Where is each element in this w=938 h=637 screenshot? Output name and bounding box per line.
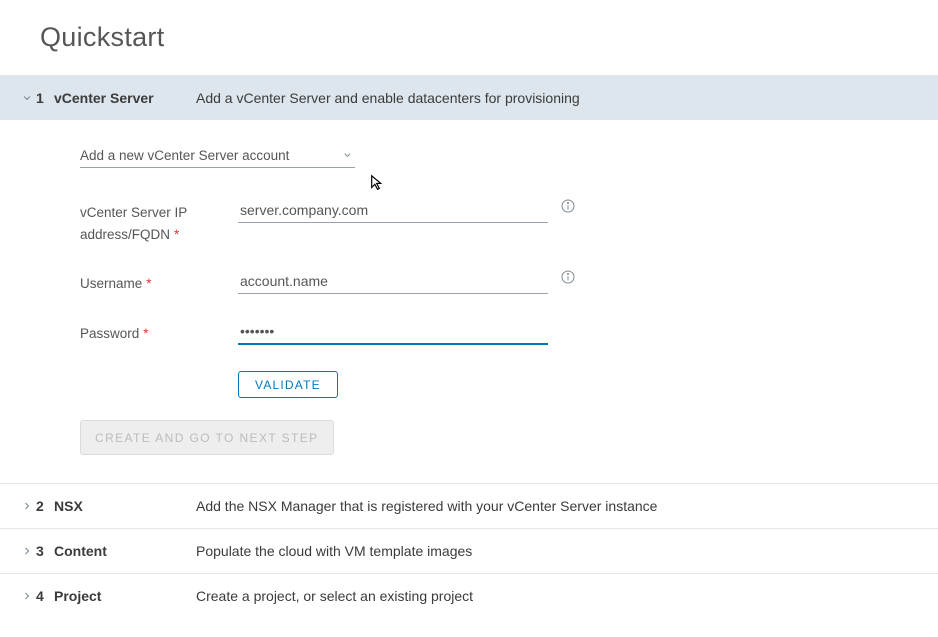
accordion-step-content: 3 Content Populate the cloud with VM tem… — [0, 528, 938, 573]
step-title: Content — [54, 543, 196, 559]
step-number: 2 — [36, 498, 54, 514]
step-title: vCenter Server — [54, 90, 196, 106]
required-asterisk: * — [146, 276, 151, 291]
info-icon[interactable] — [548, 198, 576, 214]
step-number: 4 — [36, 588, 54, 604]
account-dropdown-label: Add a new vCenter Server account — [80, 148, 289, 163]
caret-down-icon — [342, 148, 353, 163]
chevron-right-icon — [18, 590, 36, 602]
info-icon[interactable] — [548, 269, 576, 285]
create-next-button: Create and go to next step — [80, 420, 334, 455]
step-title: NSX — [54, 498, 196, 514]
accordion-step-vcenter: 1 vCenter Server Add a vCenter Server an… — [0, 75, 938, 483]
step-description: Create a project, or select an existing … — [196, 588, 473, 604]
accordion-header-content[interactable]: 3 Content Populate the cloud with VM tem… — [0, 529, 938, 573]
step-description: Add a vCenter Server and enable datacent… — [196, 90, 580, 106]
username-label: Username* — [80, 269, 238, 295]
step-number: 1 — [36, 90, 54, 106]
accordion-step-project: 4 Project Create a project, or select an… — [0, 573, 938, 618]
ip-fqdn-input[interactable] — [238, 198, 548, 223]
accordion-header-nsx[interactable]: 2 NSX Add the NSX Manager that is regist… — [0, 484, 938, 528]
step-description: Populate the cloud with VM template imag… — [196, 543, 472, 559]
page-title: Quickstart — [0, 0, 938, 75]
username-input[interactable] — [238, 269, 548, 294]
step-title: Project — [54, 588, 196, 604]
chevron-right-icon — [18, 545, 36, 557]
ip-fqdn-label: vCenter Server IP address/FQDN* — [80, 198, 238, 245]
step-description: Add the NSX Manager that is registered w… — [196, 498, 657, 514]
password-label: Password* — [80, 319, 238, 345]
step-number: 3 — [36, 543, 54, 559]
account-dropdown[interactable]: Add a new vCenter Server account — [80, 144, 355, 168]
validate-button[interactable]: Validate — [238, 371, 338, 398]
chevron-down-icon — [18, 92, 36, 104]
password-input[interactable] — [238, 319, 548, 345]
required-asterisk: * — [174, 227, 179, 242]
chevron-right-icon — [18, 500, 36, 512]
accordion-body-vcenter: Add a new vCenter Server account vCenter… — [0, 120, 938, 483]
accordion-step-nsx: 2 NSX Add the NSX Manager that is regist… — [0, 483, 938, 528]
accordion-header-vcenter[interactable]: 1 vCenter Server Add a vCenter Server an… — [0, 76, 938, 120]
required-asterisk: * — [143, 326, 148, 341]
accordion-header-project[interactable]: 4 Project Create a project, or select an… — [0, 574, 938, 618]
